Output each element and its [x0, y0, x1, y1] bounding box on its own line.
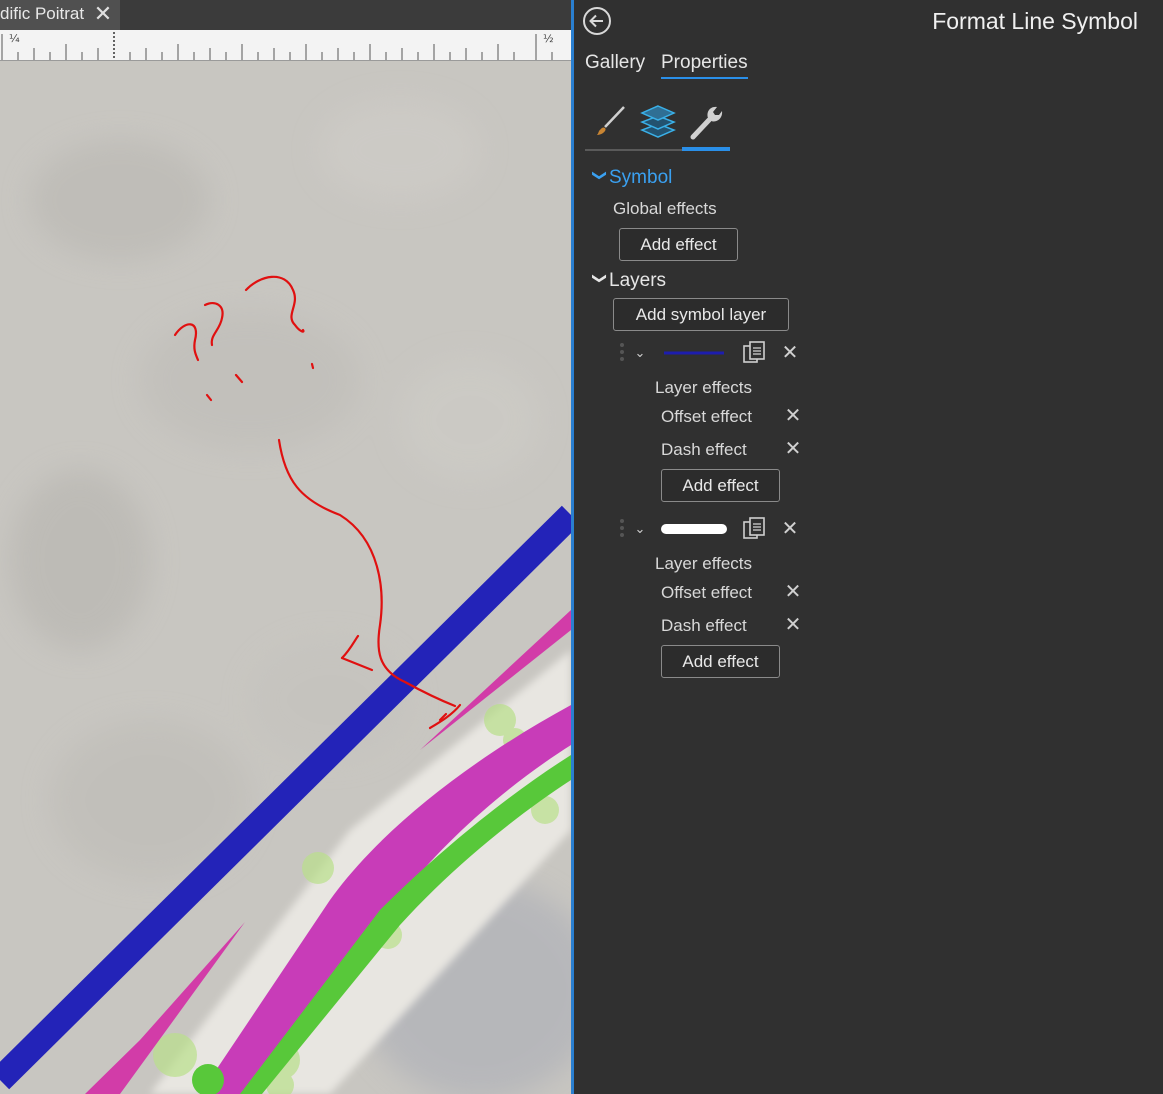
layer-2-offset-effect[interactable]: Offset effect: [661, 583, 752, 603]
map-view[interactable]: dific Poitrat ✕ ¼ ½: [0, 0, 571, 1094]
chevron-down-icon[interactable]: ⌄: [631, 520, 649, 538]
ruler-label-quarter: ¼: [9, 32, 20, 45]
symbol-section-header[interactable]: ❯Symbol: [591, 167, 673, 189]
ruler-label-half: ½: [543, 32, 554, 45]
remove-layer-1-close-icon[interactable]: ✕: [779, 342, 801, 364]
format-line-symbol-panel: Format Line Symbol Gallery Properties ❯S…: [574, 0, 1163, 1094]
layer-2-add-effect-button[interactable]: Add effect: [661, 645, 780, 678]
back-arrow-icon[interactable]: [583, 7, 611, 35]
remove-layer-2-close-icon[interactable]: ✕: [779, 518, 801, 540]
add-symbol-layer-button[interactable]: Add symbol layer: [613, 298, 789, 331]
layer-2-effects-label: Layer effects: [655, 554, 753, 573]
tab-gallery[interactable]: Gallery: [585, 52, 645, 74]
property-view-switcher: [585, 96, 730, 151]
layer-1-dash-effect[interactable]: Dash effect: [661, 440, 747, 460]
drag-grip-icon[interactable]: [620, 517, 626, 543]
remove-offset-effect-close-icon[interactable]: ✕: [782, 581, 804, 603]
layer-1-effects-label: Layer effects: [655, 378, 753, 397]
layers-heading: Layers: [609, 270, 667, 291]
layers-section-header[interactable]: ❯Layers: [591, 270, 667, 292]
copy-icon[interactable]: [741, 516, 767, 542]
remove-dash-effect-close-icon[interactable]: ✕: [782, 614, 804, 636]
layer-2-swatch[interactable]: [660, 521, 728, 537]
layer-1-add-effect-button[interactable]: Add effect: [661, 469, 780, 502]
layer-1-offset-effect[interactable]: Offset effect: [661, 407, 752, 427]
wrench-icon[interactable]: [682, 98, 730, 151]
global-effects-label: Global effects: [613, 199, 717, 218]
copy-icon[interactable]: [741, 340, 767, 366]
document-tab-bar: dific Poitrat ✕: [0, 0, 571, 30]
ruler-ticks: [1, 32, 553, 60]
document-tab-title: dific Poitrat: [0, 4, 85, 23]
remove-dash-effect-close-icon[interactable]: ✕: [782, 438, 804, 460]
remove-offset-effect-close-icon[interactable]: ✕: [782, 405, 804, 427]
layers-icon[interactable]: [634, 98, 682, 146]
symbol-heading: Symbol: [609, 167, 673, 188]
chevron-down-icon: ❯: [592, 272, 609, 285]
drag-grip-icon[interactable]: [620, 341, 626, 367]
layer-2-dash-effect[interactable]: Dash effect: [661, 616, 747, 636]
ruler: ¼ ½: [0, 30, 571, 61]
chevron-down-icon[interactable]: ⌄: [631, 344, 649, 362]
map-canvas[interactable]: [0, 61, 571, 1094]
chevron-down-icon: ❯: [592, 169, 609, 182]
add-global-effect-button[interactable]: Add effect: [619, 228, 738, 261]
paintbrush-icon[interactable]: [587, 98, 635, 146]
tab-properties[interactable]: Properties: [661, 52, 748, 79]
layer-1-swatch[interactable]: [663, 346, 725, 360]
panel-title: Format Line Symbol: [932, 8, 1138, 34]
close-icon[interactable]: ✕: [91, 2, 115, 26]
document-tab[interactable]: dific Poitrat ✕: [0, 0, 120, 30]
